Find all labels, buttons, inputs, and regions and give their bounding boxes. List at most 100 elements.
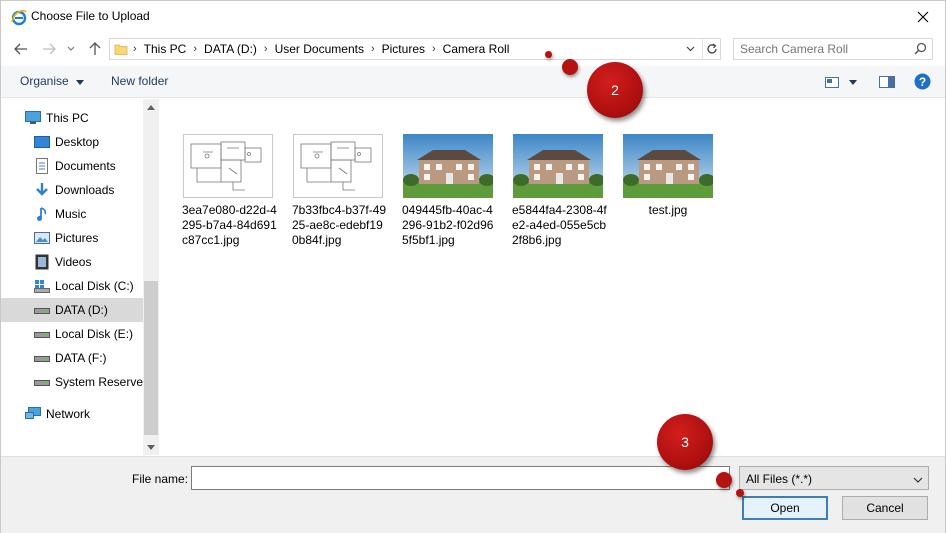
address-history-button[interactable]	[682, 42, 698, 56]
arrow-right-icon	[43, 43, 56, 55]
internet-explorer-icon	[10, 8, 28, 26]
sidebar-item-label: Network	[46, 407, 91, 421]
annotation-pointer-dot	[562, 59, 578, 75]
chevron-down-icon	[913, 472, 923, 486]
breadcrumb-this-pc[interactable]: This PC	[138, 42, 193, 56]
close-icon	[917, 11, 929, 22]
house-photo-thumbnail	[402, 133, 494, 199]
sidebar-item-pictures[interactable]: Pictures	[1, 226, 143, 250]
preview-pane-button[interactable]	[879, 74, 895, 90]
command-toolbar: Organise New folder ?	[1, 66, 945, 98]
sidebar-item-label: This PC	[46, 111, 89, 125]
view-icon	[825, 76, 839, 88]
sidebar-item-data-f[interactable]: DATA (F:)	[1, 346, 143, 370]
file-name: 049445fb-40ac-4296-91b2-f02d965f5bf1.jpg	[402, 203, 494, 247]
recent-locations-button[interactable]	[64, 39, 78, 59]
open-button[interactable]: Open	[742, 496, 828, 520]
pictures-icon	[34, 230, 50, 246]
breadcrumb-user-documents[interactable]: User Documents	[269, 42, 370, 56]
annotation-pointer-dot	[736, 489, 744, 497]
address-bar[interactable]: › This PC › DATA (D:) › User Documents ›…	[109, 38, 721, 60]
breadcrumb-camera-roll[interactable]: Camera Roll	[437, 42, 516, 56]
annotation-pointer-dot	[545, 51, 552, 58]
navigation-pane: This PC Desktop Documents Downloads Musi…	[1, 99, 143, 455]
desktop-icon	[34, 134, 50, 150]
sidebar-item-desktop[interactable]: Desktop	[1, 130, 143, 154]
preview-pane-icon	[879, 76, 895, 88]
sidebar-item-downloads[interactable]: Downloads	[1, 178, 143, 202]
navigation-scrollbar[interactable]	[143, 99, 159, 455]
scroll-up-button[interactable]	[143, 99, 159, 115]
close-button[interactable]	[901, 1, 945, 32]
forward-button[interactable]	[39, 39, 59, 59]
arrow-left-icon	[14, 43, 27, 55]
help-button[interactable]: ?	[914, 73, 931, 89]
search-box[interactable]	[733, 38, 933, 60]
new-folder-button[interactable]: New folder	[111, 74, 168, 88]
step-2-marker: 2	[587, 62, 643, 118]
file-upload-dialog: Choose File to Upload › This PC › DATA (…	[0, 0, 946, 533]
floorplan-thumbnail	[182, 133, 274, 199]
folder-icon	[114, 42, 128, 59]
drive-icon	[34, 302, 50, 318]
sidebar-item-label: System Reserved	[55, 375, 143, 389]
organise-button[interactable]: Organise	[20, 74, 85, 88]
breadcrumb-data-d[interactable]: DATA (D:)	[198, 42, 263, 56]
file-tile[interactable]: 3ea7e080-d22d-4295-b7a4-84d691c87cc1.jpg	[182, 133, 286, 248]
scroll-down-button[interactable]	[143, 439, 159, 455]
file-name-label: File name:	[132, 472, 189, 486]
sidebar-item-label: Pictures	[55, 231, 99, 245]
file-tile[interactable]: 7b33fbc4-b37f-4925-ae8c-edebf190b84f.jpg	[292, 133, 396, 248]
sidebar-item-label: Local Disk (C:)	[55, 279, 134, 293]
downloads-icon	[34, 182, 50, 198]
file-type-value: All Files (*.*)	[746, 472, 813, 486]
file-tile[interactable]: e5844fa4-2308-4fe2-a4ed-055e5cb2f8b6.jpg	[512, 133, 616, 248]
help-icon: ?	[914, 73, 931, 89]
drive-icon	[34, 374, 50, 390]
sidebar-item-label: Documents	[55, 159, 116, 173]
file-tile[interactable]: test.jpg	[622, 133, 726, 218]
sidebar-item-this-pc[interactable]: This PC	[1, 106, 143, 130]
back-button[interactable]	[11, 39, 31, 59]
navigation-row: › This PC › DATA (D:) › User Documents ›…	[1, 32, 945, 66]
floorplan-thumbnail	[292, 133, 384, 199]
arrow-up-icon	[89, 42, 101, 55]
sidebar-item-label: Videos	[55, 255, 92, 269]
file-name: 3ea7e080-d22d-4295-b7a4-84d691c87cc1.jpg	[182, 203, 277, 247]
windows-drive-icon	[34, 278, 50, 294]
caret-down-icon	[147, 444, 155, 450]
up-button[interactable]	[85, 39, 105, 59]
sidebar-item-label: Downloads	[55, 183, 115, 197]
videos-icon	[34, 254, 50, 270]
file-tile[interactable]: 049445fb-40ac-4296-91b2-f02d965f5bf1.jpg	[402, 133, 506, 248]
music-icon	[34, 206, 50, 222]
window-title: Choose File to Upload	[31, 9, 150, 23]
sidebar-item-label: Local Disk (E:)	[55, 327, 134, 341]
caret-down-icon	[849, 79, 857, 85]
sidebar-item-system-reserved[interactable]: System Reserved	[1, 370, 143, 394]
breadcrumb-pictures[interactable]: Pictures	[376, 42, 431, 56]
refresh-button[interactable]	[702, 39, 721, 59]
cancel-button[interactable]: Cancel	[842, 496, 928, 520]
file-type-select[interactable]: All Files (*.*)	[739, 466, 929, 490]
documents-icon	[34, 158, 50, 174]
change-view-button[interactable]	[825, 74, 839, 90]
sidebar-item-documents[interactable]: Documents	[1, 154, 143, 178]
search-input[interactable]	[740, 41, 908, 57]
drive-icon	[34, 326, 50, 342]
scrollbar-thumb[interactable]	[144, 281, 158, 435]
svg-text:?: ?	[919, 75, 926, 89]
sidebar-item-local-disk-c[interactable]: Local Disk (C:)	[1, 274, 143, 298]
sidebar-item-label: DATA (D:)	[55, 303, 108, 317]
step-3-marker: 3	[657, 414, 713, 470]
sidebar-item-videos[interactable]: Videos	[1, 250, 143, 274]
sidebar-item-local-disk-e[interactable]: Local Disk (E:)	[1, 322, 143, 346]
file-list: 3ea7e080-d22d-4295-b7a4-84d691c87cc1.jpg…	[159, 99, 945, 455]
sidebar-item-data-d[interactable]: DATA (D:)	[1, 298, 143, 322]
sidebar-item-music[interactable]: Music	[1, 202, 143, 226]
view-options-button[interactable]	[849, 74, 857, 90]
caret-up-icon	[147, 104, 155, 110]
file-name-field[interactable]	[191, 466, 730, 490]
chevron-down-icon	[67, 46, 75, 51]
sidebar-item-network[interactable]: Network	[1, 402, 143, 426]
